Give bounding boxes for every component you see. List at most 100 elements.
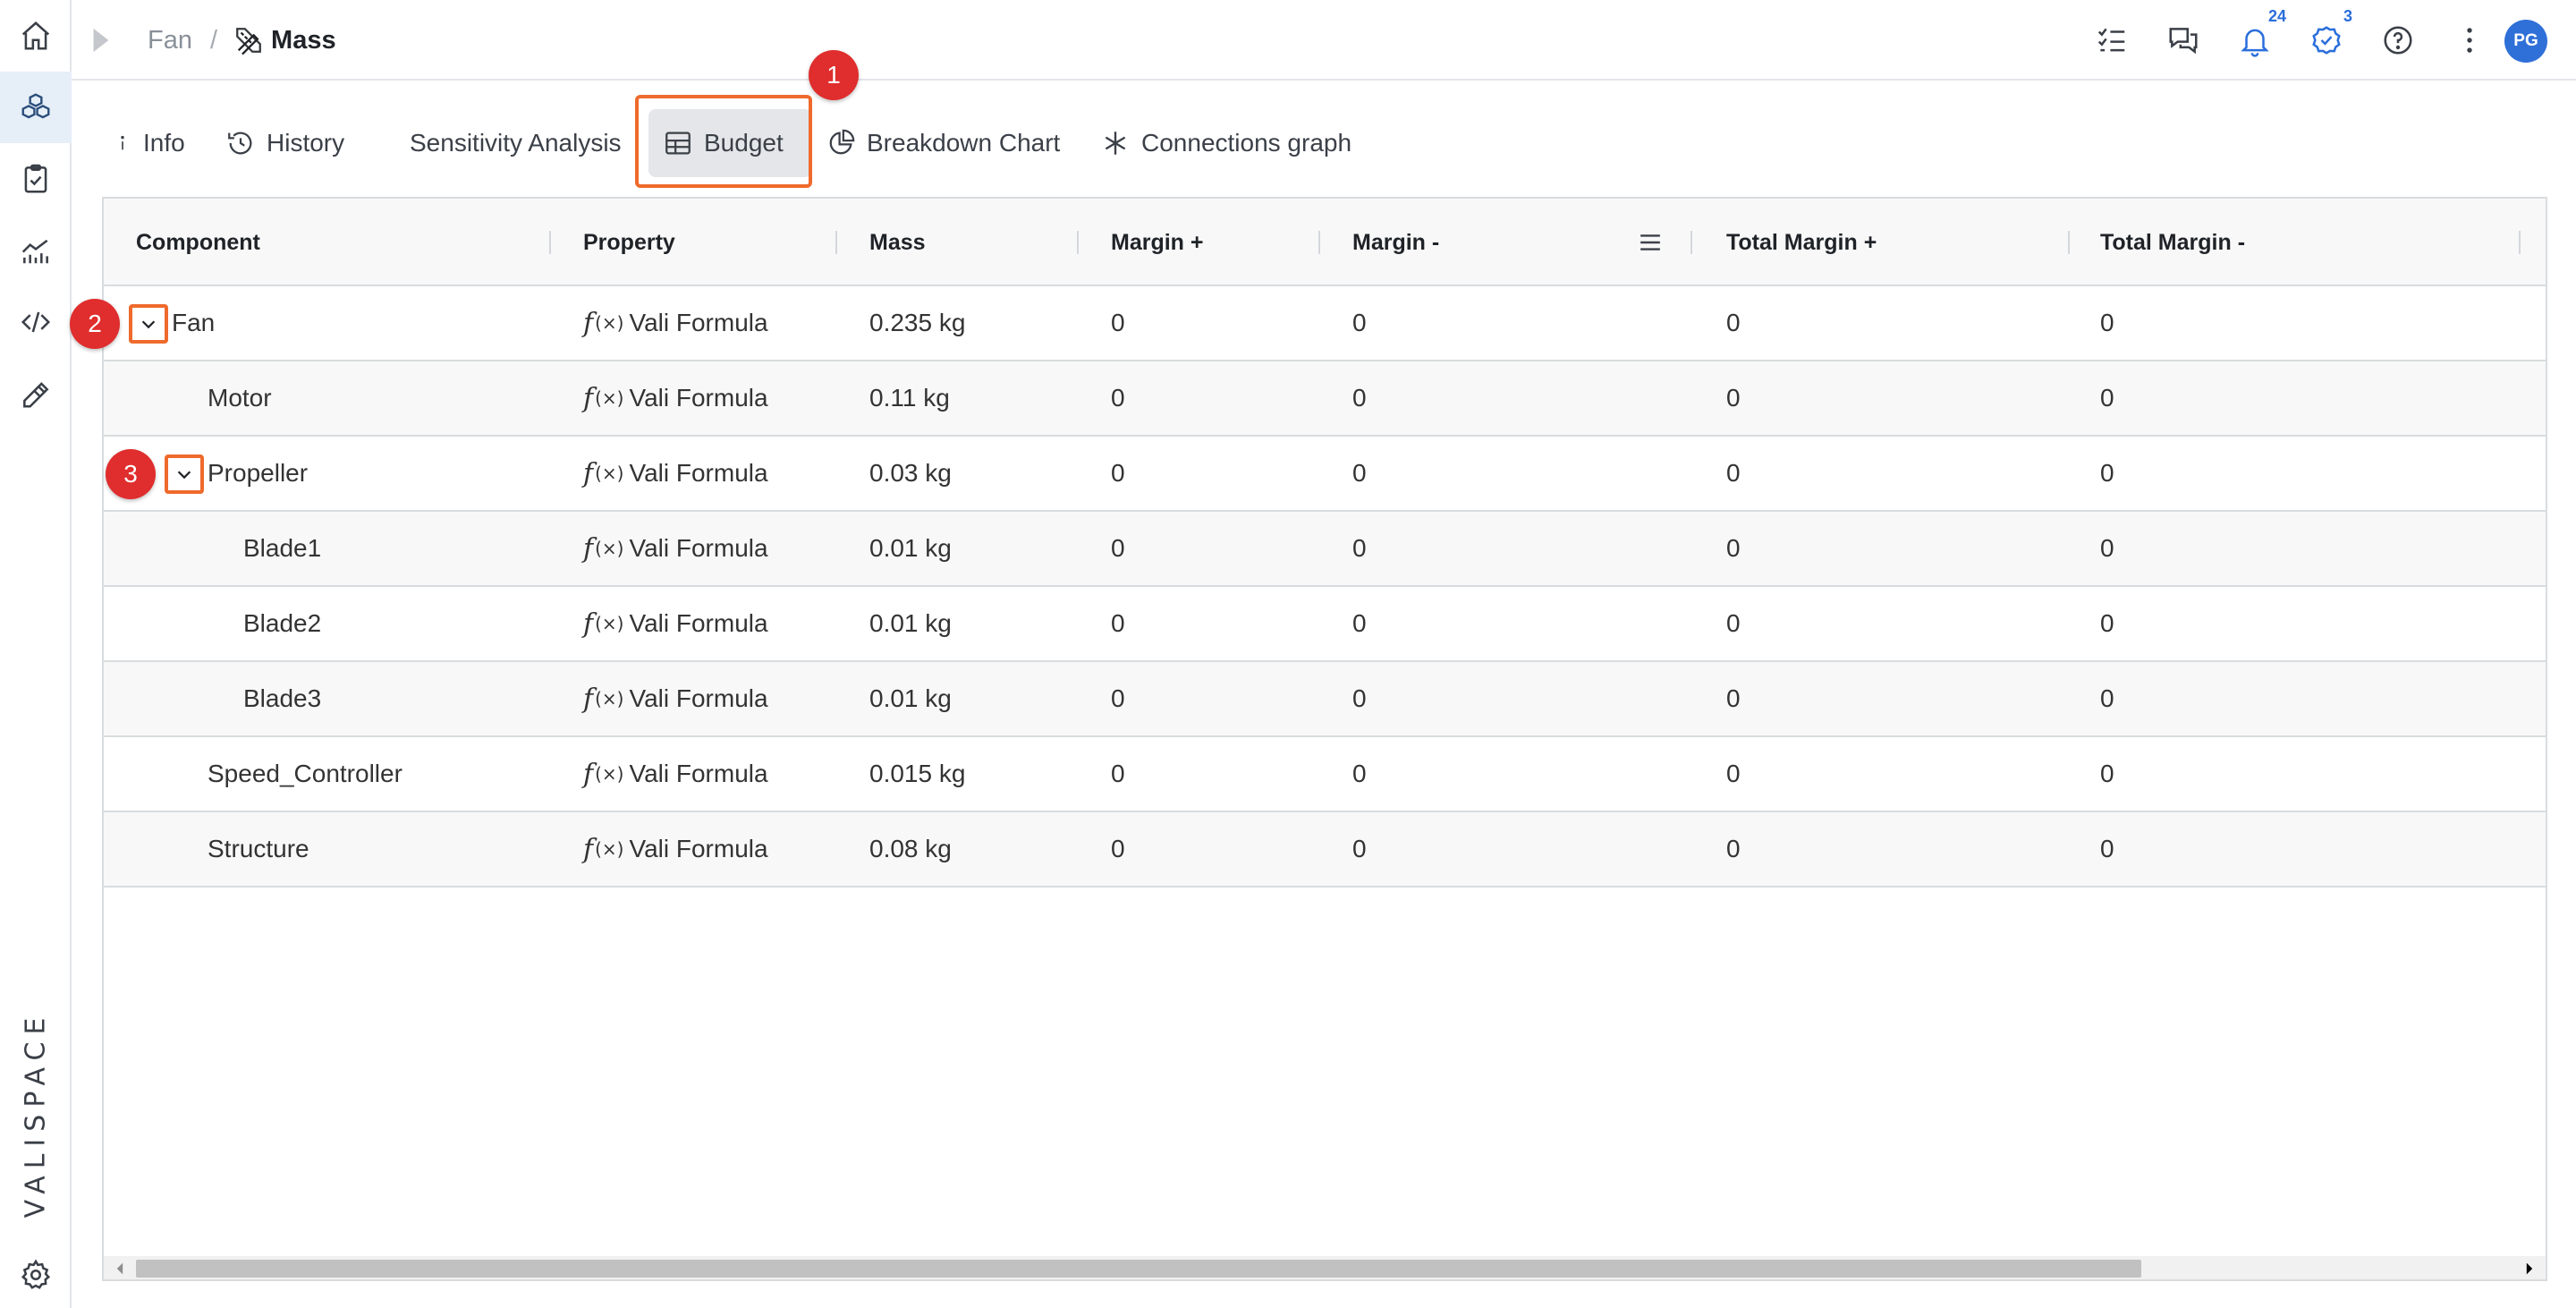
margin-plus-value[interactable]: 0 xyxy=(1111,812,1125,886)
more-vertical-icon[interactable] xyxy=(2451,21,2488,59)
column-resize-handle[interactable] xyxy=(1077,231,1079,254)
margin-plus-value[interactable]: 0 xyxy=(1111,286,1125,360)
tab-sensitivity-analysis-label: Sensitivity Analysis xyxy=(410,129,622,157)
column-resize-handle[interactable] xyxy=(1318,231,1320,254)
formula-icon: f xyxy=(583,457,594,489)
tab-breakdown-chart[interactable]: Breakdown Chart xyxy=(826,100,1060,186)
margin-minus-value[interactable]: 0 xyxy=(1352,512,1367,585)
mass-value[interactable]: 0.03 kg xyxy=(869,437,952,510)
margin-plus-value[interactable]: 0 xyxy=(1111,361,1125,435)
tasks-check-icon[interactable] xyxy=(2308,21,2345,59)
column-header-margin-plus[interactable]: Margin + xyxy=(1111,199,1204,286)
home-icon[interactable] xyxy=(0,0,72,72)
top-bar: Fan / Mass 24 3 PG xyxy=(72,0,2576,81)
table-row[interactable]: Blade1 f (×) Vali Formula 0.01 kg 0 0 0 0 xyxy=(104,512,2546,587)
column-header-mass[interactable]: Mass xyxy=(869,199,926,286)
mass-value[interactable]: 0.11 kg xyxy=(869,361,950,435)
requirements-icon[interactable] xyxy=(0,143,72,215)
tasks-count-badge: 3 xyxy=(2343,7,2353,25)
user-avatar[interactable]: PG xyxy=(2504,20,2547,63)
table-row[interactable]: Structure f (×) Vali Formula 0.08 kg 0 0 0… xyxy=(104,812,2546,888)
column-menu-icon[interactable] xyxy=(1639,231,1662,254)
component-name[interactable]: Fan xyxy=(172,286,215,360)
checklist-icon[interactable] xyxy=(2093,21,2131,59)
component-name[interactable]: Blade1 xyxy=(243,512,321,585)
table-row[interactable]: Speed_Controller f (×) Vali Formula 0.015 … xyxy=(104,737,2546,812)
eraser-icon[interactable] xyxy=(0,358,72,429)
property-name: Vali Formula xyxy=(629,609,768,637)
component-name[interactable]: Speed_Controller xyxy=(208,737,402,811)
component-name[interactable]: Blade3 xyxy=(243,662,321,735)
margin-minus-value[interactable]: 0 xyxy=(1352,437,1367,510)
scroll-right-arrow-icon[interactable] xyxy=(2522,1261,2537,1276)
budget-table: Component Property Mass Margin + Margin … xyxy=(102,197,2547,1281)
column-header-margin-minus[interactable]: Margin - xyxy=(1352,199,1439,286)
table-row[interactable]: Blade3 f (×) Vali Formula 0.01 kg 0 0 0 0 xyxy=(104,662,2546,737)
property-cell: f (×) Vali Formula xyxy=(583,812,768,886)
margin-plus-value[interactable]: 0 xyxy=(1111,587,1125,660)
formula-icon-args: (×) xyxy=(595,538,624,559)
column-resize-handle[interactable] xyxy=(549,231,551,254)
margin-plus-value[interactable]: 0 xyxy=(1111,437,1125,510)
table-row[interactable]: Motor f (×) Vali Formula 0.11 kg 0 0 0 0 xyxy=(104,361,2546,437)
margin-minus-value[interactable]: 0 xyxy=(1352,286,1367,360)
margin-plus-value[interactable]: 0 xyxy=(1111,662,1125,735)
tab-connections-graph[interactable]: Connections graph xyxy=(1100,100,1352,186)
notifications-bell-icon[interactable] xyxy=(2236,21,2274,59)
discussions-icon[interactable] xyxy=(2165,21,2202,59)
formula-icon-args: (×) xyxy=(595,688,624,709)
collapse-propeller-chevron-icon[interactable] xyxy=(165,454,204,494)
column-resize-handle[interactable] xyxy=(2068,231,2070,254)
table-row[interactable]: Propeller f (×) Vali Formula 0.03 kg 0 0 0… xyxy=(104,437,2546,512)
settings-gear-icon[interactable] xyxy=(0,1239,72,1308)
tab-info[interactable]: Info xyxy=(113,100,185,186)
property-name: Vali Formula xyxy=(629,309,768,336)
column-resize-handle[interactable] xyxy=(1690,231,1692,254)
mass-value[interactable]: 0.015 kg xyxy=(869,737,965,811)
analytics-icon[interactable] xyxy=(0,215,72,286)
column-header-property[interactable]: Property xyxy=(583,199,675,286)
property-cell: f (×) Vali Formula xyxy=(583,437,768,510)
margin-plus-value[interactable]: 0 xyxy=(1111,512,1125,585)
mass-value[interactable]: 0.01 kg xyxy=(869,512,952,585)
tab-history[interactable]: History xyxy=(225,100,344,186)
step-marker-3: 3 xyxy=(106,449,156,499)
tab-sensitivity-analysis[interactable]: Sensitivity Analysis xyxy=(410,100,622,186)
horizontal-scrollbar[interactable] xyxy=(104,1256,2546,1279)
mass-value[interactable]: 0.01 kg xyxy=(869,662,952,735)
margin-minus-value[interactable]: 0 xyxy=(1352,361,1367,435)
property-cell: f (×) Vali Formula xyxy=(583,662,768,735)
formula-icon-args: (×) xyxy=(595,763,624,785)
column-resize-handle[interactable] xyxy=(2519,231,2521,254)
mass-value[interactable]: 0.235 kg xyxy=(869,286,965,360)
collapse-fan-chevron-icon[interactable] xyxy=(129,304,168,344)
column-resize-handle[interactable] xyxy=(835,231,837,254)
code-icon[interactable] xyxy=(0,286,72,358)
mass-value[interactable]: 0.08 kg xyxy=(869,812,952,886)
column-header-total-margin-minus[interactable]: Total Margin - xyxy=(2100,199,2245,286)
mass-value[interactable]: 0.01 kg xyxy=(869,587,952,660)
margin-minus-value[interactable]: 0 xyxy=(1352,662,1367,735)
column-header-component[interactable]: Component xyxy=(136,199,260,286)
table-row[interactable]: Blade2 f (×) Vali Formula 0.01 kg 0 0 0 0 xyxy=(104,587,2546,662)
components-icon[interactable] xyxy=(0,72,72,143)
property-cell: f (×) Vali Formula xyxy=(583,286,768,360)
component-name[interactable]: Propeller xyxy=(208,437,308,510)
pie-chart-icon xyxy=(829,129,855,155)
formula-icon-args: (×) xyxy=(595,312,624,334)
margin-minus-value[interactable]: 0 xyxy=(1352,587,1367,660)
component-name[interactable]: Motor xyxy=(208,361,272,435)
help-icon[interactable] xyxy=(2379,21,2417,59)
table-row[interactable]: Fan f (×) Vali Formula 0.235 kg 0 0 0 0 xyxy=(104,286,2546,361)
component-name[interactable]: Blade2 xyxy=(243,587,321,660)
margin-minus-value[interactable]: 0 xyxy=(1352,812,1367,886)
formula-icon-args: (×) xyxy=(595,387,624,409)
component-name[interactable]: Structure xyxy=(208,812,309,886)
margin-plus-value[interactable]: 0 xyxy=(1111,737,1125,811)
scroll-left-arrow-icon[interactable] xyxy=(113,1261,127,1276)
scrollbar-thumb[interactable] xyxy=(136,1260,2141,1278)
table-header: Component Property Mass Margin + Margin … xyxy=(104,199,2546,286)
column-header-total-margin-plus[interactable]: Total Margin + xyxy=(1726,199,1877,286)
property-cell: f (×) Vali Formula xyxy=(583,587,768,660)
margin-minus-value[interactable]: 0 xyxy=(1352,737,1367,811)
